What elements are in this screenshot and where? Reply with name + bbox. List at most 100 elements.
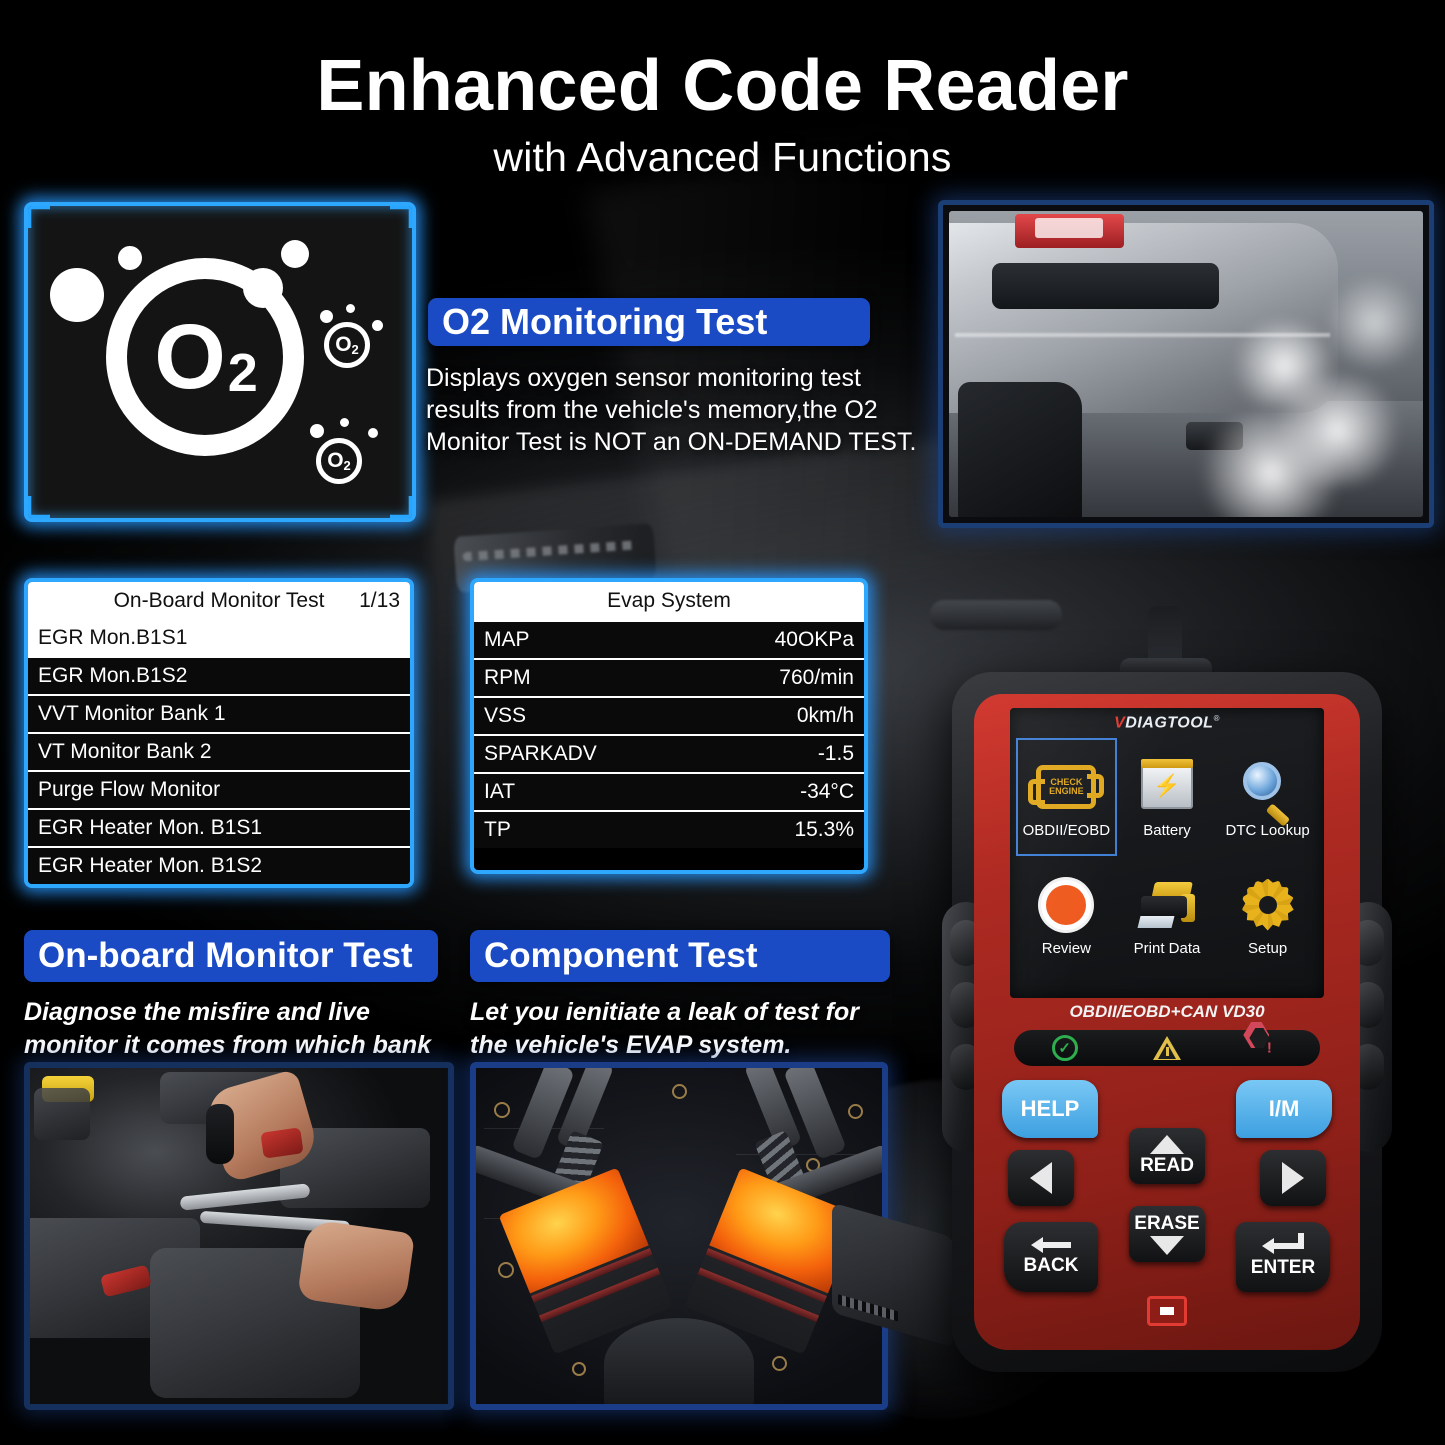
obd-scanner-device: VDIAGTOOL® CHECKENGINEOBDII/EOBDBatteryD… <box>832 606 1392 1372</box>
device-display: VDIAGTOOL® CHECKENGINEOBDII/EOBDBatteryD… <box>1010 708 1324 998</box>
gear-icon <box>1241 878 1294 931</box>
car-tire <box>958 382 1082 517</box>
engine-bay-photo <box>24 1062 454 1410</box>
o2-badge-sub-2: 2 <box>343 457 351 473</box>
fluid-reservoir <box>34 1088 90 1140</box>
table-row[interactable]: VT Monitor Bank 2 <box>28 732 410 770</box>
o2-badge-letter-2: O <box>327 449 344 472</box>
evap-system-screen: Evap System MAP 40OKPa RPM 760/min VSS 0km/h S… <box>470 578 868 874</box>
menu-item-setup[interactable]: Setup <box>1217 856 1318 974</box>
frame-corner-tl <box>28 206 50 228</box>
background-door-handle <box>930 600 1062 630</box>
pid-label: SPARKADV <box>484 742 597 765</box>
badge-bubble-1b <box>346 304 355 313</box>
crankshaft <box>604 1318 754 1404</box>
page-title: Enhanced Code Reader <box>316 46 1129 126</box>
table-row[interactable]: TP 15.3% <box>474 810 864 848</box>
stop-hexagon-icon: ! <box>1243 1022 1282 1061</box>
onboard-screen-body: On-Board Monitor Test 1/13 EGR Mon.B1S1 E… <box>28 582 410 884</box>
enter-button-label: ENTER <box>1250 1257 1316 1278</box>
device-front-face: VDIAGTOOL® CHECKENGINEOBDII/EOBDBatteryD… <box>974 694 1360 1350</box>
frame-corner-br <box>390 496 412 518</box>
menu-item-label: Setup <box>1248 939 1288 957</box>
monitor-item-label: EGR Heater Mon. B1S2 <box>38 854 263 877</box>
diagram-dot-3 <box>848 1104 863 1119</box>
status-led-bar: ! <box>1014 1022 1320 1066</box>
magnifier-icon-wrap <box>1242 756 1293 827</box>
enter-button[interactable]: ENTER <box>1236 1222 1330 1292</box>
table-row[interactable]: Purge Flow Monitor <box>28 770 410 808</box>
arrow-left-icon <box>1030 1162 1052 1194</box>
diagram-line-3 <box>736 1154 866 1155</box>
diagram-dot-1 <box>494 1102 510 1118</box>
pid-label: MAP <box>484 628 530 651</box>
bumper-vent <box>991 263 1220 309</box>
diagram-dot-2 <box>672 1084 687 1099</box>
table-row[interactable]: EGR Mon.B1S2 <box>28 656 410 694</box>
table-row[interactable]: IAT -34°C <box>474 772 864 810</box>
pid-value: 40OKPa <box>774 628 854 651</box>
o2-logo-text: O2 <box>106 258 304 456</box>
frame-corner-bl <box>28 496 50 518</box>
onboard-monitor-screen: On-Board Monitor Test 1/13 EGR Mon.B1S1 E… <box>24 578 414 888</box>
bubble-large-left <box>50 268 104 322</box>
arrow-back-icon <box>1031 1237 1071 1253</box>
table-row[interactable]: VVT Monitor Bank 1 <box>28 694 410 732</box>
monitor-item-label: EGR Mon.B1S1 <box>38 626 188 649</box>
table-row[interactable]: VSS 0km/h <box>474 696 864 734</box>
tool-grip <box>206 1104 234 1164</box>
erase-button-label: ERASE <box>1134 1213 1200 1234</box>
exhaust-photo <box>938 200 1434 528</box>
badge-bubble-2a <box>310 424 324 438</box>
table-row[interactable]: MAP 40OKPa <box>474 620 864 658</box>
menu-item-label: DTC Lookup <box>1225 821 1310 839</box>
brand-registered-mark: ® <box>1213 714 1220 723</box>
monitor-item-label: EGR Heater Mon. B1S1 <box>38 816 263 839</box>
monitor-item-label: Purge Flow Monitor <box>38 778 221 801</box>
onboard-heading-text: On-board Monitor Test <box>38 936 413 975</box>
help-button[interactable]: HELP <box>1002 1080 1098 1138</box>
table-row[interactable]: SPARKADV -1.5 <box>474 734 864 772</box>
back-button[interactable]: BACK <box>1004 1222 1098 1292</box>
badge-bubble-2b <box>340 418 349 427</box>
arrow-down-icon <box>1150 1236 1184 1255</box>
pid-label: IAT <box>484 780 516 803</box>
menu-item-dtc-lookup[interactable]: DTC Lookup <box>1217 738 1318 856</box>
read-button-label: READ <box>1140 1155 1194 1176</box>
o2-heading-text: O2 Monitoring Test <box>442 301 768 342</box>
onboard-screen-title: On-Board Monitor Test <box>113 589 325 612</box>
onboard-heading-badge: On-board Monitor Test <box>24 930 438 982</box>
o2-bubble-badge-1: O2 <box>324 322 370 368</box>
table-row[interactable]: RPM 760/min <box>474 658 864 696</box>
model-label-area: OBDII/EOBD+CAN VD30 <box>1010 998 1324 1028</box>
red-tool-handle <box>260 1127 304 1159</box>
o2-logo-letter: O <box>154 305 226 408</box>
onboard-screen-title-bar: On-Board Monitor Test 1/13 <box>28 582 410 620</box>
o2-badge-letter-1: O <box>335 333 352 356</box>
arrow-right-icon <box>1282 1162 1304 1194</box>
table-row[interactable]: EGR Heater Mon. B1S2 <box>28 846 410 884</box>
pid-label: VSS <box>484 704 527 727</box>
evap-screen-title-bar: Evap System <box>474 582 864 620</box>
table-row[interactable]: EGR Heater Mon. B1S1 <box>28 808 410 846</box>
im-button-label: I/M <box>1268 1096 1300 1121</box>
im-readiness-button[interactable]: I/M <box>1236 1080 1332 1138</box>
component-heading-badge: Component Test <box>470 930 890 982</box>
help-button-label: HELP <box>1020 1096 1080 1121</box>
warning-triangle-icon <box>1152 1036 1181 1060</box>
erase-down-button[interactable]: ERASE <box>1129 1206 1205 1262</box>
nav-left-button[interactable] <box>1008 1150 1074 1206</box>
diagram-dot-6 <box>772 1356 787 1371</box>
evap-row-list: MAP 40OKPa RPM 760/min VSS 0km/h SPARKADV -1.5 I… <box>474 620 864 848</box>
check-circle-icon <box>1051 1035 1078 1061</box>
page-subtitle: with Advanced Functions <box>493 134 952 181</box>
arrow-enter-icon <box>1262 1233 1304 1255</box>
frame-corner-tr <box>390 206 412 228</box>
product-infographic: Enhanced Code Reader with Advanced Funct… <box>0 0 1445 1445</box>
pid-value: -1.5 <box>817 742 854 765</box>
nav-right-button[interactable] <box>1260 1150 1326 1206</box>
table-row[interactable]: EGR Mon.B1S1 <box>28 620 410 656</box>
device-keypad: HELP I/M READ ERASE BACK ENTER <box>994 1080 1340 1330</box>
magnifier-icon <box>1242 761 1293 827</box>
read-up-button[interactable]: READ <box>1129 1128 1205 1184</box>
